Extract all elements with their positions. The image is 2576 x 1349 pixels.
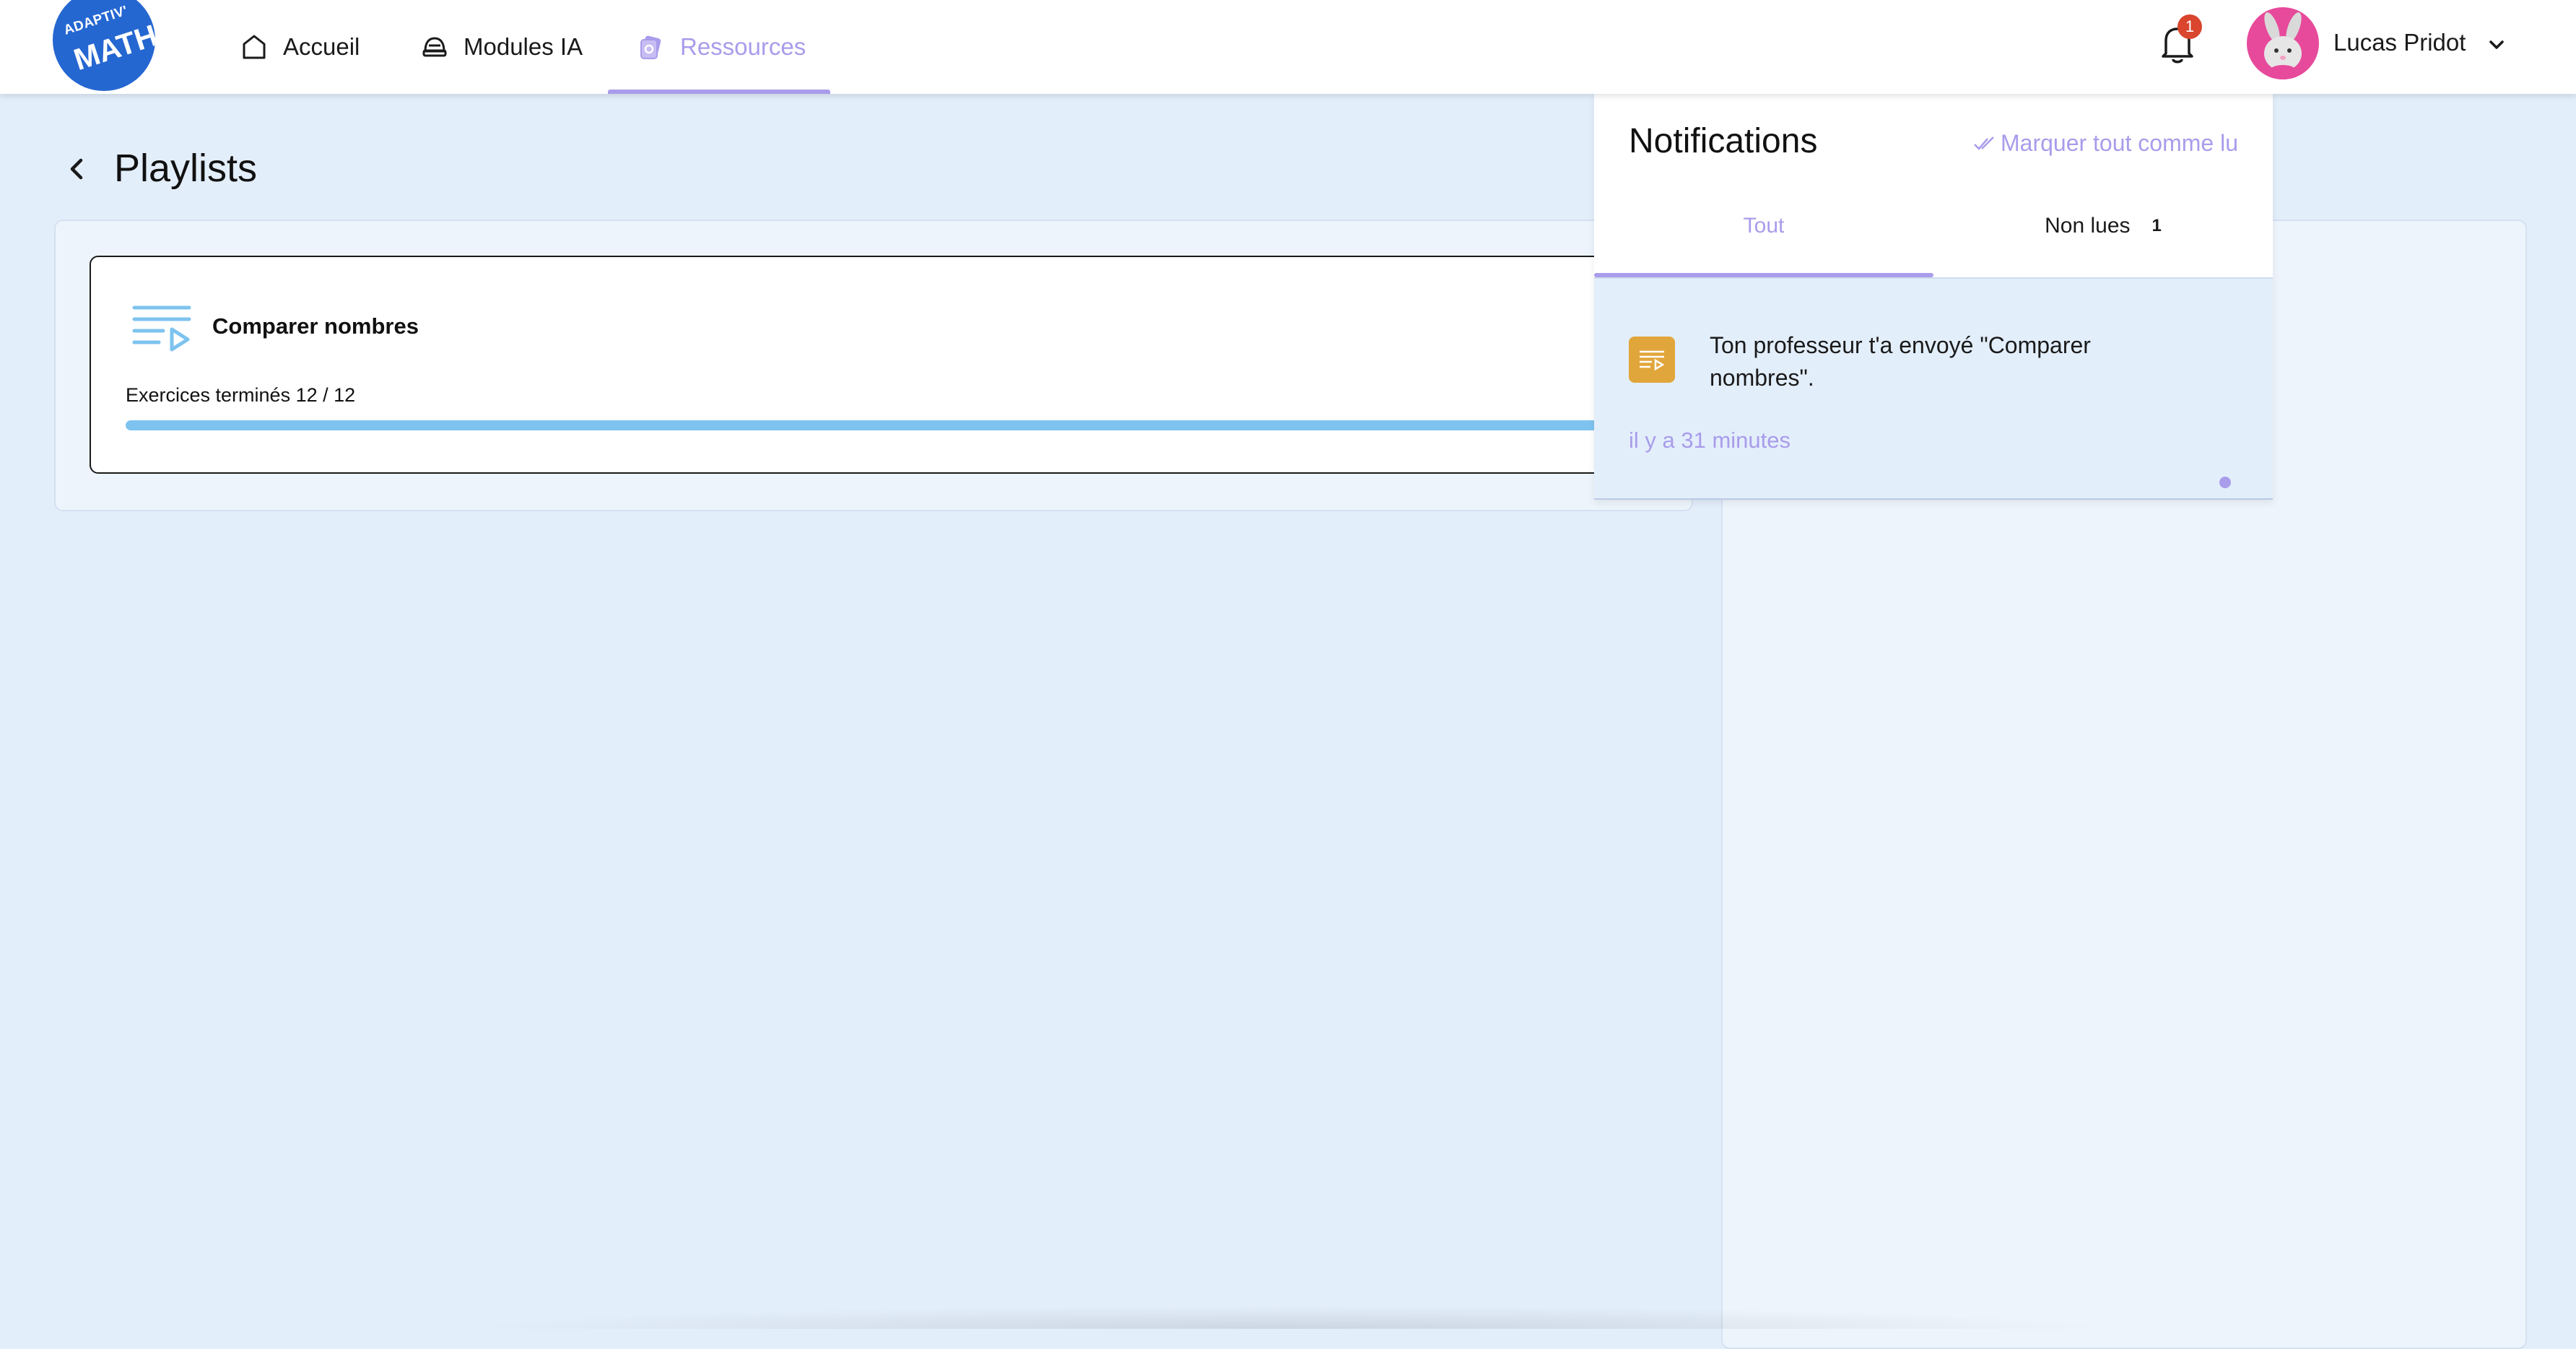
playlist-title: Comparer nombres — [212, 313, 419, 339]
notification-text: Ton professeur t'a envoyé "Comparer nomb… — [1710, 332, 2091, 391]
avatar[interactable] — [2247, 7, 2319, 79]
progress-bar — [126, 420, 1649, 430]
resources-icon — [640, 35, 661, 59]
user-name[interactable]: Lucas Pridot — [2333, 29, 2466, 56]
helmet-icon — [422, 37, 447, 57]
rabbit-avatar-icon — [2264, 12, 2302, 79]
app-logo[interactable]: ADAPTIV' MATH — [53, 0, 155, 91]
playlist-icon — [132, 305, 191, 352]
notification-item[interactable]: Ton professeur t'a envoyé "Comparer nomb… — [1594, 279, 2273, 500]
tab-label: Non lues — [2045, 214, 2131, 238]
tab-label: Tout — [1743, 214, 1785, 238]
nav-item-accueil[interactable]: Accueil — [240, 0, 360, 94]
nav-item-modules-ia[interactable]: Modules IA — [420, 0, 583, 94]
home-icon — [243, 35, 266, 59]
playlist-card[interactable]: Comparer nombres Exercices terminés 12 /… — [90, 256, 1681, 474]
page-title: Playlists — [114, 147, 258, 190]
nav-item-label: Accueil — [283, 33, 360, 60]
unread-count: 1 — [2151, 216, 2162, 235]
progress-bar-fill — [126, 420, 1649, 430]
notification-count-badge: 1 — [2177, 14, 2202, 39]
top-bar: ADAPTIV' MATH Accueil Modules IA Ressour… — [0, 0, 2576, 94]
nav-item-label: Ressources — [680, 33, 806, 60]
nav-active-indicator — [608, 90, 830, 94]
nav-item-ressources[interactable]: Ressources — [637, 0, 806, 94]
playlist-notification-icon — [1629, 337, 1675, 383]
playlist-progress-label: Exercices terminés 12 / 12 — [126, 384, 356, 406]
tab-all[interactable]: Tout — [1594, 92, 1933, 279]
notification-time: il y a 31 minutes — [1629, 428, 1790, 453]
tab-unread[interactable]: Non lues 1 — [1933, 92, 2273, 279]
chevron-down-icon[interactable] — [2485, 33, 2508, 56]
nav-item-label: Modules IA — [464, 33, 583, 60]
bottom-shadow — [462, 1306, 2123, 1329]
unread-dot — [2219, 477, 2231, 488]
notifications-dropdown: Notifications Marquer tout comme lu Tout… — [1594, 92, 2273, 500]
back-arrow-icon[interactable] — [62, 155, 91, 183]
